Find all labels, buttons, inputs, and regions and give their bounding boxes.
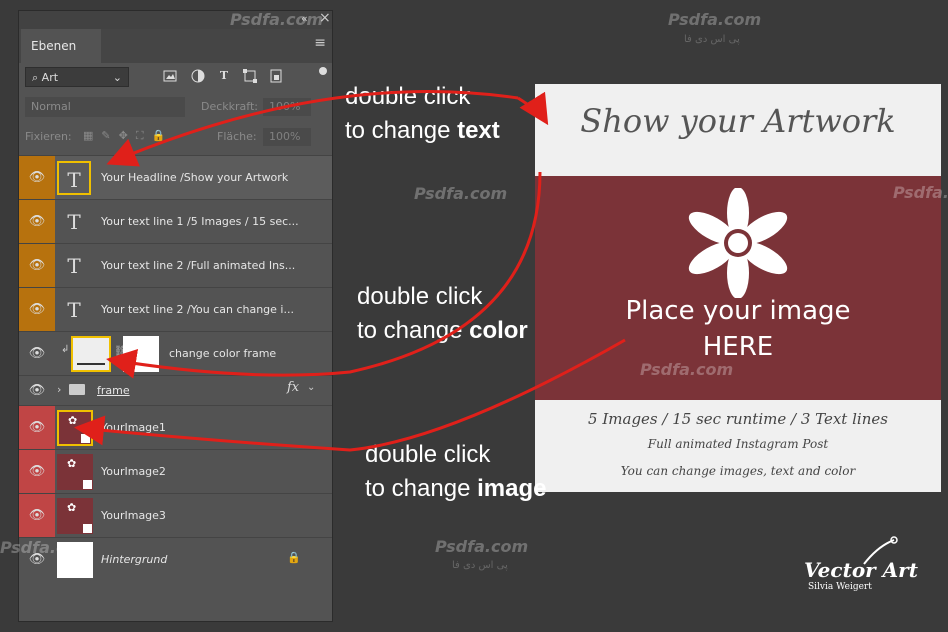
watermark: Psdfa.com	[893, 183, 948, 202]
arrow-to-image-layer	[74, 338, 626, 452]
arrow-to-title	[517, 91, 549, 126]
watermark: Psdfa.com	[640, 360, 734, 379]
logo-subtitle: Silvia Weigert	[808, 582, 872, 592]
watermark: Psdfa.com	[0, 538, 94, 557]
watermark-sub: پی اس دی فا	[684, 34, 740, 45]
watermark: Psdfa.com	[668, 10, 762, 29]
vector-art-logo: Vector Art Silvia Weigert	[804, 536, 924, 596]
watermark: Psdfa.com	[230, 10, 324, 29]
arrow-to-headline-layer	[106, 89, 519, 167]
watermark: Psdfa.com	[435, 537, 529, 556]
watermark: Psdfa.com	[414, 184, 508, 203]
logo-title: Vector Art	[804, 558, 918, 582]
watermark-sub: پی اس دی فا	[452, 560, 508, 571]
